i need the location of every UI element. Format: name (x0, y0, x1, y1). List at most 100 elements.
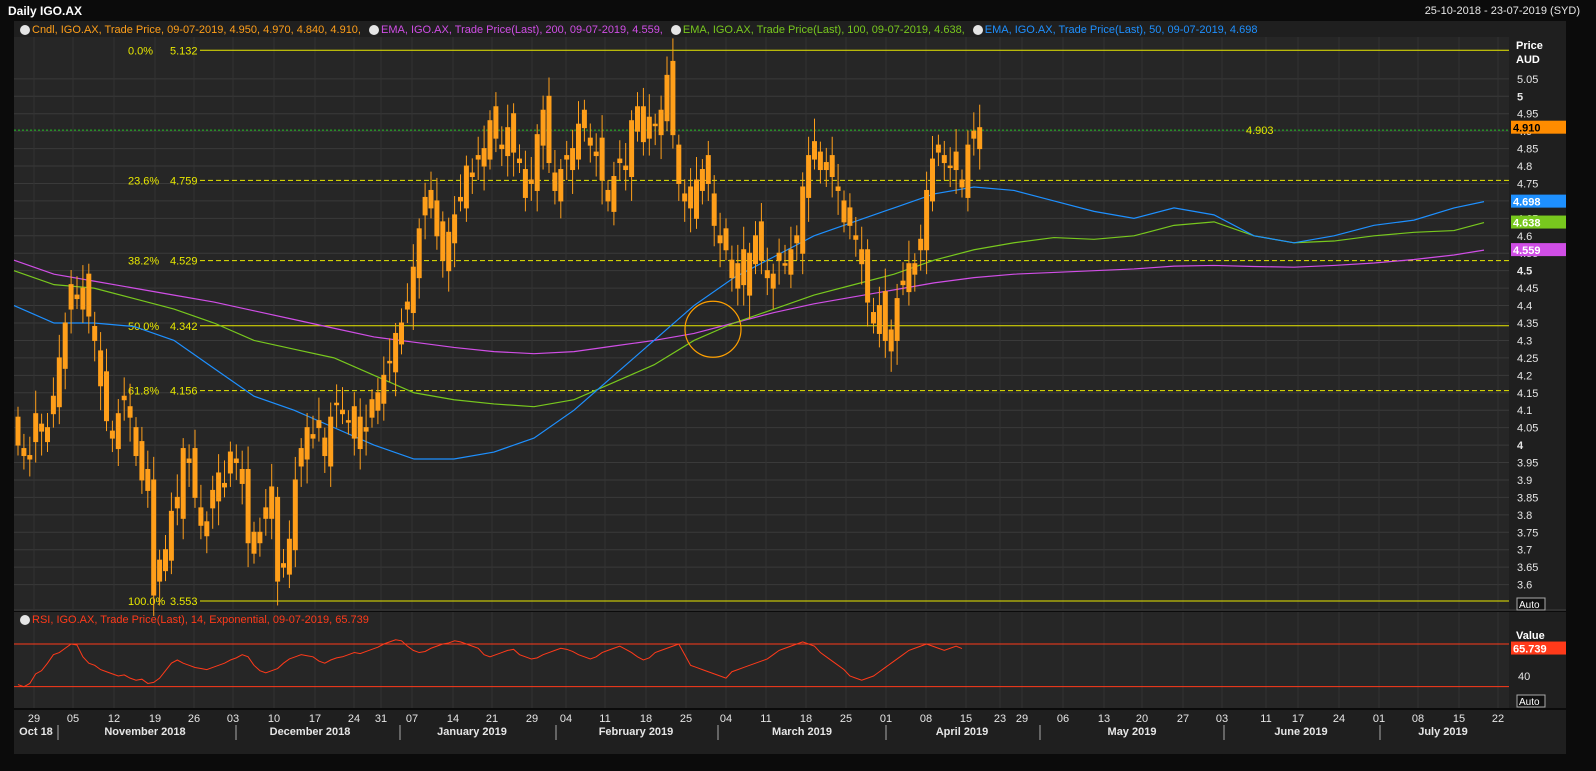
candle-body (15, 416, 21, 446)
x-day-label: 11 (599, 713, 610, 725)
candle-body (581, 109, 587, 129)
candle-body (871, 312, 876, 324)
candle-body (517, 158, 522, 164)
candle-body (45, 427, 50, 443)
x-day-label: 29 (526, 713, 538, 725)
candle-body (546, 95, 552, 164)
candle-body (263, 507, 269, 519)
candle-body (623, 165, 629, 171)
auto-label-top: Auto (1519, 600, 1540, 611)
x-month-label: December 2018 (270, 726, 351, 738)
candle-body (894, 298, 900, 341)
candle-body (699, 169, 705, 191)
candle-body (753, 235, 758, 265)
candle-body (935, 144, 941, 153)
candle-body (629, 120, 635, 178)
candle-body (381, 374, 387, 404)
candle-body (216, 472, 222, 502)
candle-body (605, 189, 611, 202)
candle-body (328, 416, 334, 467)
candle-body (552, 172, 558, 191)
candle-body (493, 106, 499, 139)
x-day-label: 15 (960, 713, 972, 725)
price-badge-label: 4.910 (1513, 123, 1541, 135)
candle-body (599, 137, 605, 181)
candle-body (198, 507, 204, 526)
y-tick-label: 4.85 (1517, 144, 1538, 156)
toggle-icon[interactable] (20, 25, 30, 35)
candle-body (322, 437, 328, 457)
fib-level-value: 4.156 (170, 386, 198, 398)
candle-body (245, 468, 251, 544)
toggle-icon[interactable] (972, 25, 983, 35)
x-day-label: 29 (28, 713, 40, 725)
candle-body (670, 60, 676, 136)
candle-body (640, 106, 646, 143)
candle-body (186, 458, 192, 464)
candle-body (823, 162, 829, 171)
candle-body (859, 249, 865, 265)
candle-body (227, 451, 233, 474)
rsi-tick-label: 40 (1518, 671, 1530, 683)
toggle-icon[interactable] (670, 25, 681, 35)
legend-item-ema50[interactable]: EMA, IGO.AX, Trade Price(Last), 50, 09-0… (972, 24, 1257, 36)
legend-item-ema100[interactable]: EMA, IGO.AX, Trade Price(Last), 100, 09-… (670, 24, 965, 36)
candle-body (121, 395, 127, 401)
x-month-label: May 2019 (1108, 726, 1157, 738)
y-tick-label: 4.45 (1517, 283, 1538, 295)
x-day-label: 01 (1373, 713, 1385, 725)
candle-body (416, 228, 422, 279)
y-tick-label: 3.75 (1517, 527, 1538, 539)
legend-item-candles[interactable]: Cndl, IGO.AX, Trade Price, 09-07-2019, 4… (20, 24, 361, 36)
candle-body (369, 399, 375, 418)
candle-body (930, 158, 935, 202)
candle-body (334, 402, 340, 406)
x-day-label: 20 (1136, 713, 1148, 725)
candle-body (835, 186, 841, 191)
legend-item-ema200[interactable]: EMA, IGO.AX, Trade Price(Last), 200, 09-… (369, 24, 663, 36)
fib-level-value: 4.759 (170, 175, 198, 187)
candle-body (788, 249, 794, 275)
candle-body (304, 427, 310, 460)
y-tick-label: 4.1 (1517, 405, 1532, 417)
candle-body (286, 538, 292, 575)
y-tick-label: 4.35 (1517, 318, 1538, 330)
candle-body (741, 249, 747, 286)
candle-body (812, 141, 817, 160)
candle-body (511, 113, 517, 153)
fib-level-value: 4.529 (170, 256, 198, 268)
candle-body (62, 322, 68, 369)
candle-body (316, 420, 322, 429)
candle-body (971, 130, 977, 139)
x-day-label: 13 (1098, 713, 1110, 725)
x-day-label: 24 (1333, 713, 1345, 725)
y-tick-label: 4 (1517, 440, 1524, 452)
toggle-icon[interactable] (369, 25, 379, 35)
candle-body (747, 252, 753, 296)
candle-body (617, 158, 623, 164)
fib-level-percent: 61.8% (128, 386, 159, 398)
x-month-label: January 2019 (437, 726, 507, 738)
candle-body (906, 263, 912, 293)
candle-body (676, 144, 682, 184)
candle-body (505, 127, 511, 157)
x-day-label: 04 (720, 713, 732, 725)
chart-title: Daily IGO.AX (8, 4, 83, 18)
candle-body (27, 455, 33, 460)
x-day-label: 29 (1016, 713, 1028, 725)
candle-body (357, 416, 363, 450)
toggle-icon[interactable] (20, 615, 30, 625)
candle-body (723, 228, 729, 251)
candle-body (404, 301, 410, 310)
auto-label-bottom: Auto (1519, 697, 1540, 708)
price-chart-svg[interactable]: 5.0554.954.94.854.84.754.74.654.64.554.5… (0, 0, 1596, 771)
rsi-legend[interactable]: RSI, IGO.AX, Trade Price(Last), 14, Expo… (20, 614, 369, 626)
candle-body (98, 350, 104, 387)
candle-body (133, 427, 139, 457)
candle-body (157, 559, 163, 582)
candle-body (434, 200, 440, 237)
candle-body (345, 420, 351, 423)
candle-body (151, 479, 157, 596)
candle-body (705, 155, 711, 184)
y-tick-label: 3.85 (1517, 492, 1538, 504)
